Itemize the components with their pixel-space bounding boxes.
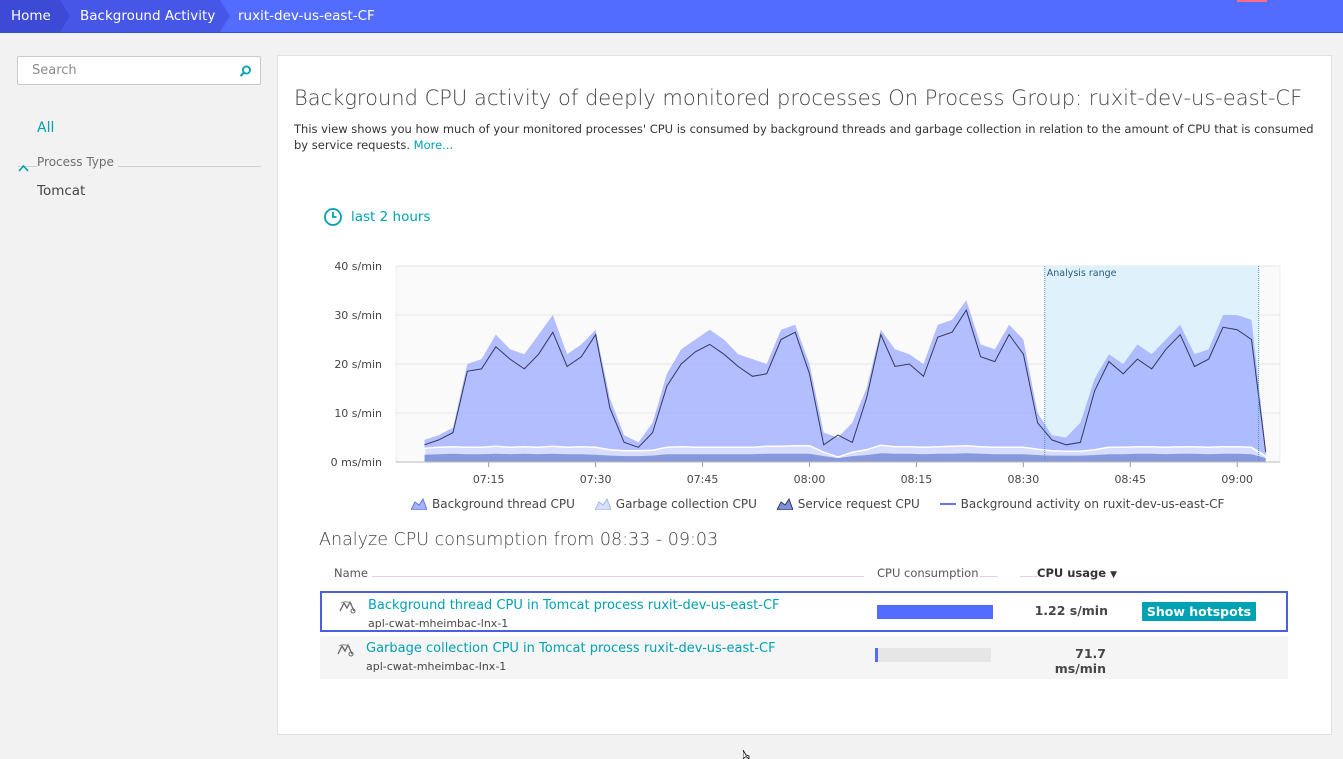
y-tick-label: 10 s/min xyxy=(334,407,382,420)
cpu-consumption-fill xyxy=(877,605,993,619)
y-tick-label: 20 s/min xyxy=(334,358,382,371)
column-header-name[interactable]: Name xyxy=(334,566,372,580)
header-rule xyxy=(980,576,998,577)
legend-label: Background activity on ruxit-dev-us-east… xyxy=(960,497,1225,511)
mouse-cursor-icon xyxy=(743,750,750,759)
cpu-area-chart[interactable]: 40 s/min 30 s/min 20 s/min 10 s/min 0 ms/min… xyxy=(298,256,1298,486)
cpu-consumption-fill xyxy=(875,648,879,662)
y-tick-label: 0 ms/min xyxy=(331,456,382,469)
chart-legend: Background thread CPU Garbage collection… xyxy=(411,497,1240,515)
table-row[interactable]: Background thread CPU in Tomcat process … xyxy=(320,591,1288,632)
top-accent-marker xyxy=(1237,0,1267,2)
thread-process-icon xyxy=(336,642,356,662)
y-tick-label: 40 s/min xyxy=(334,260,382,273)
header-rule xyxy=(334,576,864,577)
cpu-usage-value: 1.22 s/min xyxy=(1034,603,1108,618)
area-icon xyxy=(776,498,793,510)
x-tick-label: 07:30 xyxy=(580,473,612,486)
header-rule xyxy=(1020,576,1038,577)
page-title: Background CPU activity of deeply monito… xyxy=(294,86,1303,110)
page-description: This view shows you how much of your mon… xyxy=(294,121,1314,153)
timeframe-selector[interactable]: last 2 hours xyxy=(323,206,430,228)
legend-item-service-request[interactable]: Service request CPU xyxy=(776,497,920,511)
cpu-consumption-bar xyxy=(877,605,993,619)
breadcrumb-background-activity-label: Background Activity xyxy=(80,8,216,24)
row-name-link[interactable]: Background thread CPU in Tomcat process … xyxy=(368,598,780,613)
cpu-usage-value: 71.7 ms/min xyxy=(1054,646,1106,676)
x-tick-label: 08:00 xyxy=(794,473,826,486)
column-header-cpu-usage[interactable]: CPU usage ▼ xyxy=(1037,566,1117,580)
breadcrumb-home-label: Home xyxy=(11,8,51,24)
legend-item-background-thread[interactable]: Background thread CPU xyxy=(411,497,575,511)
area-icon xyxy=(411,498,427,510)
breadcrumb-separator xyxy=(220,0,230,32)
analysis-range-label: Analysis range xyxy=(1047,268,1117,279)
breadcrumb-separator xyxy=(60,0,70,32)
legend-item-garbage-collection[interactable]: Garbage collection CPU xyxy=(594,497,757,511)
legend-item-background-activity[interactable]: Background activity on ruxit-dev-us-east… xyxy=(939,497,1225,511)
row-name-link[interactable]: Garbage collection CPU in Tomcat process… xyxy=(366,641,776,656)
breadcrumb: Background Activity Home ruxit-dev-us-ea… xyxy=(0,0,1343,33)
cpu-consumption-bar xyxy=(875,648,991,662)
sidebar-item-tomcat[interactable]: Tomcat xyxy=(37,183,85,199)
x-tick-label: 08:15 xyxy=(901,473,933,486)
column-header-cpu-usage-label: CPU usage xyxy=(1037,566,1107,580)
breadcrumb-home[interactable]: Home xyxy=(0,0,60,32)
timeframe-label: last 2 hours xyxy=(351,209,431,225)
x-tick-label: 08:30 xyxy=(1008,473,1040,486)
legend-label: Service request CPU xyxy=(797,497,920,511)
y-tick-label: 30 s/min xyxy=(334,309,382,322)
breadcrumb-background-activity[interactable]: Background Activity xyxy=(60,0,220,32)
thread-process-icon xyxy=(338,599,358,619)
column-header-cpu-consumption[interactable]: CPU consumption xyxy=(877,566,979,580)
row-host: apl-cwat-mheimbac-lnx-1 xyxy=(366,660,507,673)
sort-desc-icon: ▼ xyxy=(1110,570,1117,580)
clock-icon xyxy=(324,208,342,226)
main-panel: Background CPU activity of deeply monito… xyxy=(277,55,1332,735)
area-icon xyxy=(594,498,611,510)
x-tick-label: 08:45 xyxy=(1114,473,1146,486)
sidebar-item-all[interactable]: All xyxy=(37,120,54,136)
search-icon[interactable] xyxy=(239,63,252,82)
search-box xyxy=(17,56,261,85)
line-icon xyxy=(939,503,956,505)
sidebar-group-process-type[interactable]: Process Type xyxy=(18,155,261,172)
table-header: Name CPU consumption CPU usage ▼ xyxy=(320,564,1288,582)
chevron-up-icon xyxy=(18,157,29,176)
search-input[interactable] xyxy=(32,57,232,84)
x-tick-label: 07:45 xyxy=(687,473,719,486)
legend-label: Garbage collection CPU xyxy=(615,497,757,511)
x-tick-label: 09:00 xyxy=(1221,473,1253,486)
table-row[interactable]: Garbage collection CPU in Tomcat process… xyxy=(320,636,1288,679)
x-tick-label: 07:15 xyxy=(473,473,505,486)
legend-label: Background thread CPU xyxy=(432,497,575,511)
analysis-title: Analyze CPU consumption from 08:33 - 09:… xyxy=(319,530,719,550)
show-hotspots-button[interactable]: Show hotspots xyxy=(1142,602,1256,621)
more-link[interactable]: More... xyxy=(414,138,453,152)
breadcrumb-current: ruxit-dev-us-east-CF xyxy=(238,8,375,24)
row-host: apl-cwat-mheimbac-lnx-1 xyxy=(368,617,509,630)
sidebar-group-label: Process Type xyxy=(37,155,118,169)
